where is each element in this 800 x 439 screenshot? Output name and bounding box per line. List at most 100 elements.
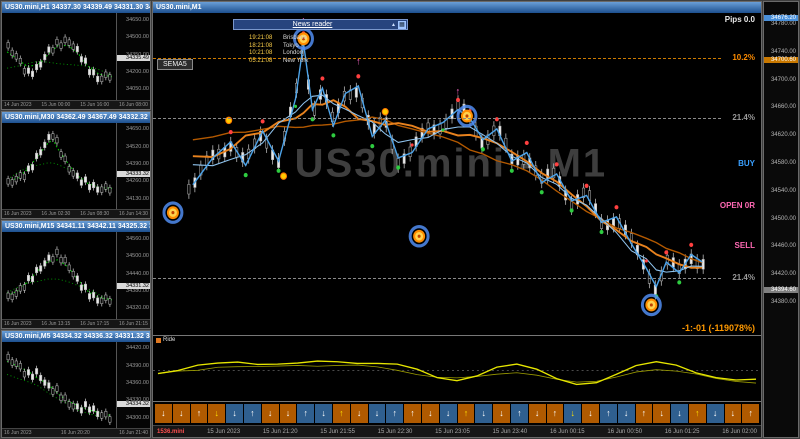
signal-arrow-cell: ↑ <box>599 404 617 423</box>
main-chart-canvas[interactable]: ↑↑↑ <box>153 13 761 335</box>
session-row: 10:21:08 London <box>249 50 308 58</box>
price-marker-badge: 34394.60 <box>764 287 798 293</box>
main-chart-window: US30.mini,M1 US30.mini - M1 ↑↑↑ News rea… <box>152 1 762 438</box>
time-tick: 15 Jun 21:20 <box>262 428 298 435</box>
fib-line-top <box>153 58 721 59</box>
price-tick: 34360.00 <box>126 380 149 387</box>
signal-arrow-cell: ↑ <box>457 404 475 423</box>
pnl-readout: -1:-01 (-119078%) <box>681 323 755 333</box>
mini-chart-window-h1: US30.mini,H1 34337.30 34339.49 34331.30 … <box>1 1 151 110</box>
price-tick: 34300.00 <box>126 414 149 421</box>
mini-chart-titlebar-h1[interactable]: US30.mini,H1 34337.30 34339.49 34331.30 … <box>2 2 150 13</box>
left-chart-column: US30.mini,H1 34337.30 34339.49 34331.30 … <box>1 1 151 438</box>
time-tick: 16 Jun 21:40 <box>119 430 148 436</box>
signal-arrow-cell: ↓ <box>475 404 493 423</box>
mini-price-axis-m5[interactable]: 34420.0034390.0034360.0034330.0034300.00… <box>116 341 150 428</box>
price-tick: 34260.00 <box>126 178 149 185</box>
session-city: New York <box>283 57 309 64</box>
price-marker-badge: 34700.60 <box>764 57 798 63</box>
oscillator-label: Ride <box>156 337 175 343</box>
time-tick: 16 Jun 02:30 <box>41 211 71 217</box>
price-tick: 34320.00 <box>126 305 149 312</box>
session-row: 18:21:08 Tokyo <box>249 43 308 51</box>
signal-arrow-cell: ↓ <box>493 404 510 423</box>
current-price-badge: 34333.32 <box>117 171 150 178</box>
signal-arrow-cell: ↑ <box>243 404 261 423</box>
signal-arrow-cell: ↓ <box>528 404 546 423</box>
price-tick: 34650.00 <box>126 126 149 133</box>
oscillator-canvas[interactable] <box>153 336 761 401</box>
signal-arrow-cell: ↓ <box>315 404 332 423</box>
time-tick: 15 Jun 22:30 <box>377 428 413 435</box>
main-price-axis[interactable]: 34780.00 34740.00 34700.00 34660.00 34620.00… <box>763 1 799 438</box>
mini-price-axis-m30[interactable]: 34650.00 34520.00 34390.00 34260.00 34130.00… <box>116 122 150 209</box>
price-tick: 34780.00 <box>770 21 796 27</box>
main-chart-title: US30.mini,M1 <box>156 4 202 11</box>
mini-chart-canvas-m15[interactable] <box>2 232 116 319</box>
buy-label[interactable]: BUY <box>738 159 755 168</box>
time-tick: 15 Jun 23:05 <box>435 428 470 435</box>
time-tick: 15 Jun 23:40 <box>492 428 528 435</box>
signal-arrow-cell: ↑ <box>386 404 404 423</box>
mini-price-axis-m15[interactable]: 34560.00 34500.00 34440.00 34380.00 34320.00… <box>116 232 150 319</box>
mini-chart-title: US30.mini,M15 34341.11 34342.11 34325.32… <box>5 223 150 230</box>
news-grid-icon[interactable]: ▦ <box>398 20 406 29</box>
price-tick: 34420.00 <box>770 271 796 278</box>
signal-arrow-cell: ↓ <box>208 404 226 423</box>
main-chart-titlebar[interactable]: US30.mini,M1 <box>153 2 761 13</box>
mini-chart-canvas-h1[interactable] <box>2 13 116 100</box>
signal-arrow-cell: ↑ <box>332 404 350 423</box>
indicator-name-label: 1536.mini <box>157 428 185 435</box>
time-tick: 16 Jun 2023 <box>4 430 32 436</box>
time-tick: 16 Jun 21:15 <box>119 320 148 327</box>
session-city: Tokyo <box>283 42 299 49</box>
signal-arrow-band: ↓ ↓ ↑ ↓ ↓ ↑ ↓ ↓ ↑ ↓ ↑ ↓ ↓ ↑ ↑ ↓ ↓ ↑ ↓ ↓ ↑ ↓ ↑ ↓ ↓ ↑ ↓ ↑ ↓ ↓ ↑ ↓ ↓ ↑ <box>153 401 761 425</box>
sell-label[interactable]: SELL <box>735 241 755 250</box>
mini-chart-window-m5: US30.mini,M5 34334.32 34336.32 34331.32 … <box>1 329 151 438</box>
signal-arrow-cell: ↓ <box>439 404 457 423</box>
news-reader-bar[interactable]: News reader ▲ ▦ <box>233 19 408 30</box>
current-price-badge: 34335.49 <box>117 54 150 61</box>
time-tick: 16 Jun 2023 <box>4 211 32 217</box>
mini-chart-window-m30: US30.mini,M30 34362.49 34367.49 34332.32… <box>1 110 151 219</box>
mini-time-axis-m5[interactable]: 16 Jun 2023 16 Jun 20:20 16 Jun 21:40 <box>2 428 150 437</box>
mini-time-axis-m15[interactable]: 16 Jun 2023 16 Jun 13:15 16 Jun 17:15 16 Ju… <box>2 318 150 328</box>
main-chart-body: US30.mini - M1 ↑↑↑ News reader ▲ ▦ 19:21… <box>153 13 761 335</box>
time-tick: 15 Jun 16:00 <box>80 101 110 108</box>
mini-time-axis-h1[interactable]: 14 Jun 2023 15 Jun 00:00 15 Jun 16:00 16 Ju… <box>2 99 150 109</box>
mini-price-axis-h1[interactable]: 34650.0034500.0034350.0034200.0034050.00… <box>116 13 150 100</box>
news-reader-label[interactable]: News reader <box>234 21 391 28</box>
price-tick: 34620.00 <box>770 132 796 139</box>
price-tick: 34420.00 <box>126 345 149 352</box>
mini-chart-canvas-m30[interactable] <box>2 122 116 210</box>
signal-arrow-cell: ↓ <box>421 404 439 423</box>
mini-chart-titlebar-m30[interactable]: US30.mini,M30 34362.49 34367.49 34332.32… <box>2 111 150 123</box>
time-tick: 16 Jun 08:30 <box>80 211 110 217</box>
mini-time-axis-m30[interactable]: 16 Jun 2023 16 Jun 02:30 16 Jun 08:30 16 Ju… <box>2 209 150 218</box>
time-tick: 16 Jun 08:00 <box>119 101 148 108</box>
signal-arrow-cell: ↓ <box>724 404 742 423</box>
collapse-caret-icon[interactable]: ▲ <box>391 22 396 28</box>
session-clock-panel: 19:21:08 Brisbane 18:21:08 Tokyo 10:21:08 Lon… <box>249 35 308 65</box>
main-time-axis[interactable]: 1536.mini 15 Jun 2023 15 Jun 21:20 15 Jun … <box>153 425 761 437</box>
price-tick: 34540.00 <box>770 187 796 194</box>
mini-chart-titlebar-m15[interactable]: US30.mini,M15 34341.11 34342.11 34325.32… <box>2 221 150 232</box>
price-tick: 34460.00 <box>770 243 796 250</box>
fib-label-bottom: 21.4% <box>732 273 755 282</box>
time-tick: 16 Jun 00:15 <box>549 428 585 435</box>
price-tick: 34200.00 <box>126 68 149 75</box>
signal-arrow-cell: ↓ <box>172 404 190 423</box>
price-tick: 34130.00 <box>126 195 149 202</box>
signal-arrow-cell: ↑ <box>190 404 208 423</box>
sema5-button[interactable]: SEMA5 <box>157 59 193 70</box>
fib-label-mid: 21.4% <box>732 113 755 122</box>
signal-arrow-cell: ↑ <box>688 404 706 423</box>
price-marker-badge: 34676.20 <box>764 15 798 21</box>
signal-arrow-cell: ↓ <box>671 404 688 423</box>
oscillator-subwindow: Ride <box>153 335 761 401</box>
mini-chart-titlebar-m5[interactable]: US30.mini,M5 34334.32 34336.32 34331.32 … <box>2 330 150 342</box>
price-tick: 34520.00 <box>126 143 149 150</box>
mini-chart-canvas-m5[interactable] <box>2 341 116 429</box>
fib-line-mid <box>153 118 721 119</box>
open-position-label[interactable]: OPEN 0R <box>720 201 755 210</box>
